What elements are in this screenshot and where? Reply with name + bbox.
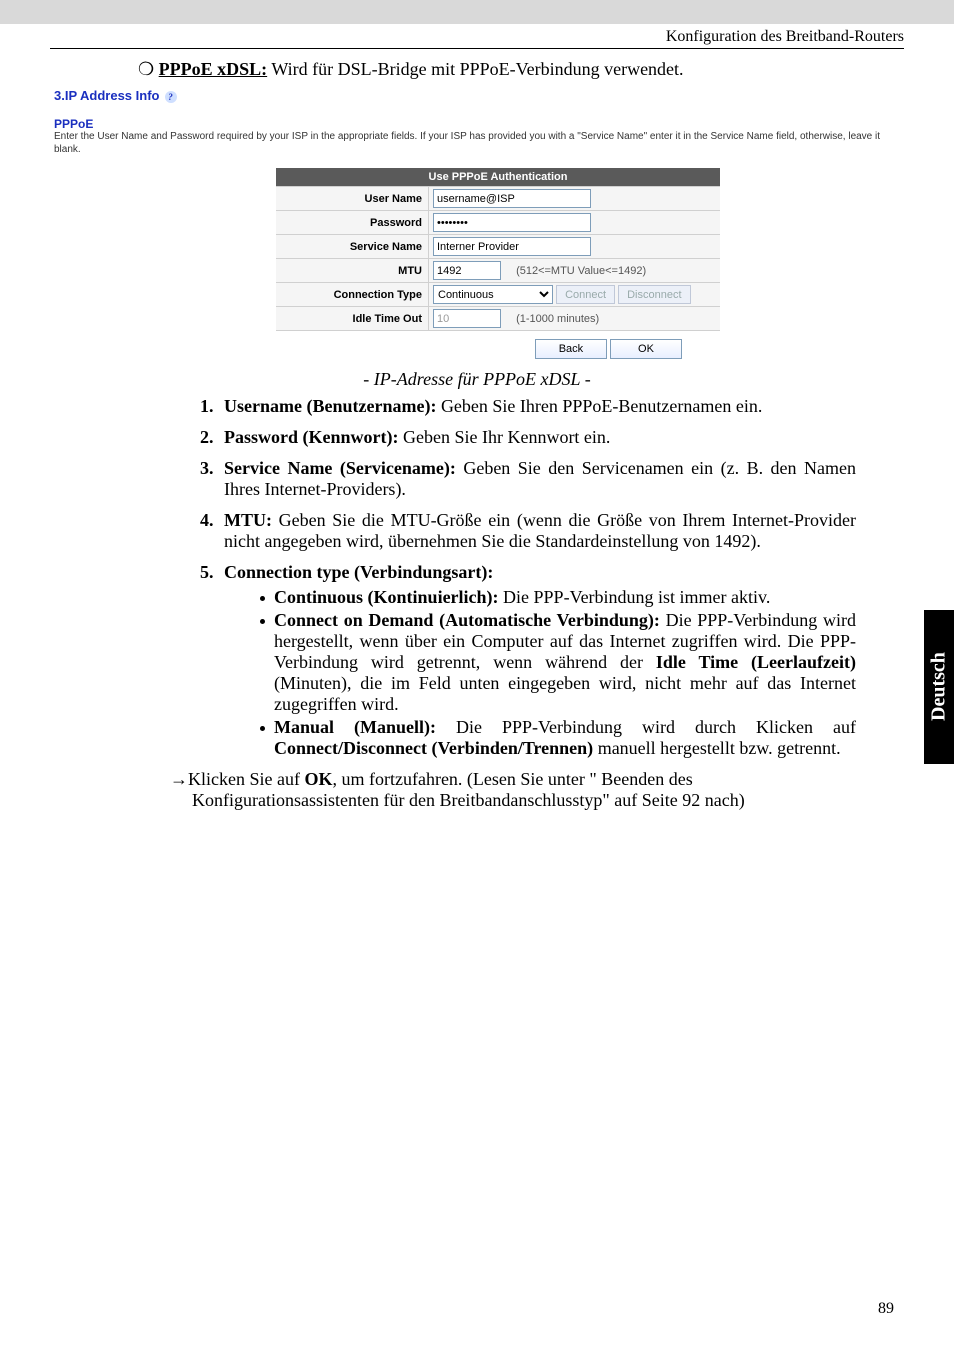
item-label: Username (Benutzername): xyxy=(224,396,441,416)
sub-item-label: Continuous (Kontinuierlich): xyxy=(274,587,503,607)
sub-item-text: Die PPP-Verbindung ist immer aktiv. xyxy=(503,587,770,607)
label-idle-timeout: Idle Time Out xyxy=(276,307,429,331)
sub-item-text: Die PPP-Verbindung wird durch Klicken au… xyxy=(456,717,856,737)
item-label: MTU: xyxy=(224,510,279,530)
sub-item-text-2: manuell hergestellt bzw. getrennt. xyxy=(598,738,841,758)
instruction-list: Username (Benutzername): Geben Sie Ihren… xyxy=(218,396,904,759)
label-password: Password xyxy=(276,211,429,235)
sub-list-item: Manual (Manuell): Die PPP-Verbindung wir… xyxy=(260,717,856,759)
list-item: Username (Benutzername): Geben Sie Ihren… xyxy=(218,396,856,417)
intro-heading: PPPoE xDSL: xyxy=(159,59,268,79)
connection-type-select[interactable]: Continuous xyxy=(433,285,553,304)
header-title: Konfiguration des Breitband-Routers xyxy=(666,28,904,45)
connect-button[interactable]: Connect xyxy=(556,285,615,304)
router-screenshot: 3.IP Address Info ? PPPoE Enter the User… xyxy=(54,88,904,359)
sub-item-label-2: Idle Time (Leerlaufzeit) xyxy=(656,652,856,672)
footer-instruction-cont: Konfigurationsassistenten für den Breitb… xyxy=(192,790,856,811)
arrow-icon: → xyxy=(170,769,188,789)
item-label: Connection type (Verbindungsart): xyxy=(224,562,493,582)
language-tab: Deutsch xyxy=(924,610,954,764)
item-label: Password (Kennwort): xyxy=(224,427,403,447)
footer-ok-bold: OK xyxy=(304,769,332,789)
label-username: User Name xyxy=(276,187,429,211)
sub-item-text-2: (Minuten), die im Feld unten eingegeben … xyxy=(274,673,856,714)
service-name-input[interactable] xyxy=(433,237,591,256)
top-gray-bar xyxy=(0,0,954,24)
intro-line: ❍ PPPoE xDSL: Wird für DSL-Bridge mit PP… xyxy=(138,59,904,80)
help-icon[interactable]: ? xyxy=(165,91,177,103)
sub-item-label: Connect on Demand (Automatische Verbindu… xyxy=(274,610,666,630)
item-text: Geben Sie die MTU-Größe ein (wenn die Gr… xyxy=(224,510,856,551)
list-item: Password (Kennwort): Geben Sie Ihr Kennw… xyxy=(218,427,856,448)
page-number: 89 xyxy=(878,1300,894,1318)
sub-list-item: Connect on Demand (Automatische Verbindu… xyxy=(260,610,856,715)
back-button[interactable]: Back xyxy=(535,339,607,359)
item-label: Service Name (Servicename): xyxy=(224,458,463,478)
list-item: Connection type (Verbindungsart): Contin… xyxy=(218,562,856,759)
button-row: Back OK xyxy=(54,339,682,359)
label-service-name: Service Name xyxy=(276,235,429,259)
mtu-hint: (512<=MTU Value<=1492) xyxy=(504,265,646,277)
sub-item-label-2: Connect/Disconnect (Verbinden/Trennen) xyxy=(274,738,598,758)
sub-list: Continuous (Kontinuierlich): Die PPP-Ver… xyxy=(260,587,856,759)
list-item: Service Name (Servicename): Geben Sie de… xyxy=(218,458,856,500)
username-input[interactable] xyxy=(433,189,591,208)
footer-text-1a: Klicken Sie auf xyxy=(188,769,304,789)
list-item: MTU: Geben Sie die MTU-Größe ein (wenn d… xyxy=(218,510,856,552)
intro-bullet: ❍ xyxy=(138,59,154,79)
pppoe-description: Enter the User Name and Password require… xyxy=(54,131,904,156)
footer-text-1c: , um fortzufahren. (Lesen Sie unter " Be… xyxy=(332,769,692,789)
page-header: Konfiguration des Breitband-Routers xyxy=(50,24,904,49)
password-input[interactable] xyxy=(433,213,591,232)
figure-caption: - IP-Adresse für PPPoE xDSL - xyxy=(50,369,904,390)
sub-list-item: Continuous (Kontinuierlich): Die PPP-Ver… xyxy=(260,587,856,608)
disconnect-button[interactable]: Disconnect xyxy=(618,285,690,304)
ok-button[interactable]: OK xyxy=(610,339,682,359)
intro-text: Wird für DSL-Bridge mit PPPoE-Verbindung… xyxy=(267,59,683,79)
section-title-row: 3.IP Address Info ? xyxy=(54,88,904,103)
idle-hint: (1-1000 minutes) xyxy=(504,313,599,325)
pppoe-heading: PPPoE xyxy=(54,117,904,131)
label-mtu: MTU xyxy=(276,259,429,283)
footer-instruction: →Klicken Sie auf OK, um fortzufahren. (L… xyxy=(170,769,856,790)
mtu-input[interactable] xyxy=(433,261,501,280)
sub-item-label: Manual (Manuell): xyxy=(274,717,456,737)
item-text: Geben Sie Ihren PPPoE-Benutzernamen ein. xyxy=(441,396,762,416)
pppoe-form-table: Use PPPoE Authentication User Name Passw… xyxy=(276,168,720,331)
idle-timeout-input[interactable] xyxy=(433,309,501,328)
section-title: 3.IP Address Info xyxy=(54,88,159,103)
form-header: Use PPPoE Authentication xyxy=(276,168,720,187)
label-connection-type: Connection Type xyxy=(276,283,429,307)
item-text: Geben Sie Ihr Kennwort ein. xyxy=(403,427,610,447)
